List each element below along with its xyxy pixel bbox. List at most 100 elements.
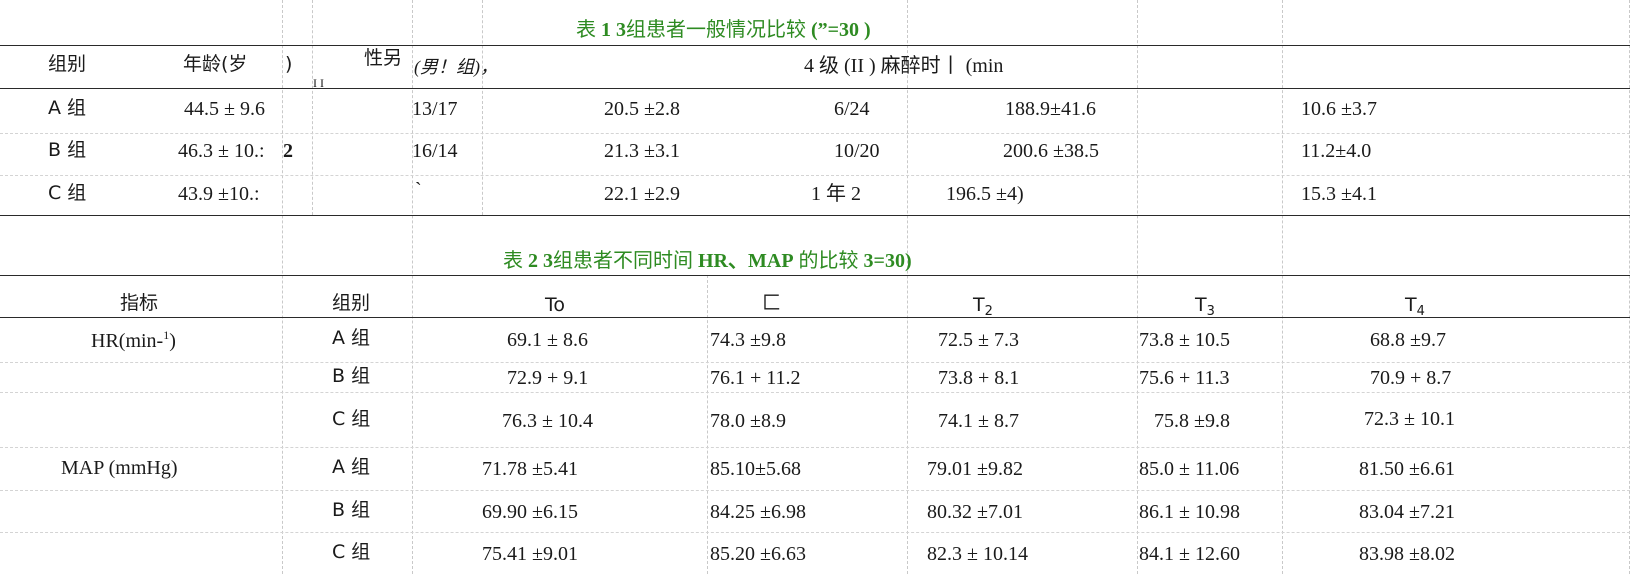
table2-caption-bold: HR、MAP: [698, 250, 794, 272]
grid-col-line: [412, 0, 413, 574]
table1-row-c-last: 15.3 ±4.1: [1301, 183, 1377, 205]
map-row-b-t4: 83.04 ±7.21: [1359, 501, 1455, 523]
hr-row-b-t3: 75.6 + 11.3: [1139, 367, 1230, 389]
hr-row-b-t2: 73.8 + 8.1: [938, 367, 1020, 389]
hr-row-b-group: B 组: [332, 365, 371, 387]
grid-col-line: [1282, 0, 1283, 574]
map-row-c-t1: 85.20 ±6.63: [710, 543, 806, 565]
table2-top-rule: [0, 275, 1630, 276]
map-row-b-t1: 84.25 ±6.98: [710, 501, 806, 523]
table1-bottom-rule: [0, 215, 1630, 216]
map-row-c-t4: 83.98 ±8.02: [1359, 543, 1455, 565]
hr-row-a-t4: 68.8 ±9.7: [1370, 329, 1446, 351]
table1-row-a-time: 188.9±41.6: [1005, 98, 1096, 120]
grid-col-line: [1137, 0, 1138, 574]
table1-header-sex: 性另: [364, 47, 403, 69]
hr-row-a-t3: 73.8 ± 10.5: [1139, 329, 1230, 351]
map-row-b-group: B 组: [332, 499, 371, 521]
map-row-b-t0: 69.90 ±6.15: [482, 501, 578, 523]
table1-caption-mid: 组患者一般情况比较: [626, 19, 806, 41]
grid-row-line: [0, 133, 1630, 134]
grid-row-line: [0, 532, 1630, 533]
map-row-a-t2: 79.01 ±9.82: [927, 458, 1023, 480]
map-indicator-label: MAP (mmHg): [61, 457, 178, 479]
hr-row-c-t4: 72.3 ± 10.1: [1364, 408, 1455, 430]
hr-row-a-t2: 72.5 ± 7.3: [938, 329, 1019, 351]
table1-header-sex-sub: (男！组)，: [414, 57, 498, 77]
table2-caption: 表 2 3组患者不同时间 HR、MAP 的比较 3=30): [503, 251, 912, 271]
table1-row-b-age-tail: 2: [283, 140, 293, 162]
table2-header-t4-sub: 4: [1416, 304, 1425, 319]
grid-col-line: [707, 275, 708, 574]
table2-header-rule: [0, 317, 1630, 318]
map-row-a-group: A 组: [332, 456, 371, 478]
table1-header-group: 组别: [48, 53, 87, 75]
table2-caption-mid2: 的比较: [798, 250, 859, 272]
hr-row-a-t1: 74.3 ±9.8: [710, 329, 786, 351]
hr-row-a-t0: 69.1 ± 8.6: [507, 329, 588, 351]
map-row-c-group: C 组: [332, 541, 371, 563]
hr-row-b-t4: 70.9 + 8.7: [1370, 367, 1452, 389]
map-row-a-t3: 85.0 ± 11.06: [1139, 458, 1240, 480]
table1-row-b-time: 200.6 ±38.5: [1003, 140, 1099, 162]
grid-row-line: [0, 447, 1630, 448]
grid-row-line: [0, 362, 1630, 363]
table2-header-t2: T2: [973, 294, 993, 319]
grid-col-line: [482, 0, 483, 215]
table1-header-age: 年龄(岁: [183, 53, 248, 75]
grid-row-line: [0, 392, 1630, 393]
table2-caption-num: 2 3: [528, 250, 553, 272]
hr-row-c-t1: 78.0 ±8.9: [710, 410, 786, 432]
hr-label-text: HR(min-: [91, 330, 164, 352]
table1-row-b-group: B 组: [48, 139, 87, 161]
table1-header-age-close: ): [285, 53, 293, 75]
table1-row-b-last: 11.2±4.0: [1301, 140, 1372, 162]
table1-row-a-asa: 6/24: [834, 98, 870, 120]
table1-caption: 表 1 3组患者一般情况比较 (”=30 ): [576, 20, 871, 40]
map-row-c-t0: 75.41 ±9.01: [482, 543, 578, 565]
map-row-a-t1: 85.10±5.68: [710, 458, 801, 480]
table1-row-a-age: 44.5 ± 9.6: [184, 98, 265, 120]
map-row-a-t4: 81.50 ±6.61: [1359, 458, 1455, 480]
table1-row-c-bmi: 22.1 ±2.9: [604, 183, 680, 205]
table2-header-t3-letter: T: [1195, 294, 1207, 316]
table2-header-t2-letter: T: [973, 294, 985, 316]
table1-row-b-bmi: 21.3 ±3.1: [604, 140, 680, 162]
table1-top-rule: [0, 45, 1630, 46]
table2-header-t3: T3: [1195, 294, 1215, 319]
table1-row-b-asa: 10/20: [834, 140, 880, 162]
table2-header-t0: To: [545, 294, 566, 316]
table1-row-c-time: 196.5 ±4): [946, 183, 1024, 205]
table2-header-t1: 匚: [762, 292, 782, 314]
map-row-c-t3: 84.1 ± 12.60: [1139, 543, 1240, 565]
table1-row-c-group: C 组: [48, 182, 87, 204]
grid-col-line: [312, 0, 313, 215]
table2-header-indicator: 指标: [120, 292, 159, 314]
table1-row-b-age: 46.3 ± 10.:: [178, 140, 265, 162]
table1-row-b-sex: 16/14: [412, 140, 458, 162]
hr-row-c-group: C 组: [332, 408, 371, 430]
hr-row-c-t2: 74.1 ± 8.7: [938, 410, 1019, 432]
table1-row-c-asa: 1 年 2: [811, 183, 861, 205]
table2-header-t3-sub: 3: [1206, 304, 1215, 319]
grid-col-line: [282, 0, 283, 574]
map-row-b-t3: 86.1 ± 10.98: [1139, 501, 1240, 523]
table1-caption-suffix: (”=30 ): [811, 19, 871, 41]
table1-row-c-age: 43.9 ±10.:: [178, 183, 260, 205]
hr-label-close: ): [169, 330, 176, 352]
table2-caption-suffix: 3=30): [863, 250, 912, 272]
table1-row-a-group: A 组: [48, 97, 87, 119]
table2-caption-prefix: 表: [503, 250, 523, 272]
table2-header-t2-sub: 2: [984, 304, 993, 319]
grid-row-line: [0, 175, 1630, 176]
table1-row-a-last: 10.6 ±3.7: [1301, 98, 1377, 120]
map-row-c-t2: 82.3 ± 10.14: [927, 543, 1028, 565]
grid-row-line: [0, 490, 1630, 491]
table1-caption-num: 1 3: [601, 19, 626, 41]
table1-row-a-bmi: 20.5 ±2.8: [604, 98, 680, 120]
hr-row-b-t0: 72.9 + 9.1: [507, 367, 589, 389]
table1-header-sex-mark: I I: [313, 76, 324, 90]
hr-row-b-t1: 76.1 + 11.2: [710, 367, 801, 389]
grid-col-line: [907, 0, 908, 574]
hr-row-c-t3: 75.8 ±9.8: [1154, 410, 1230, 432]
